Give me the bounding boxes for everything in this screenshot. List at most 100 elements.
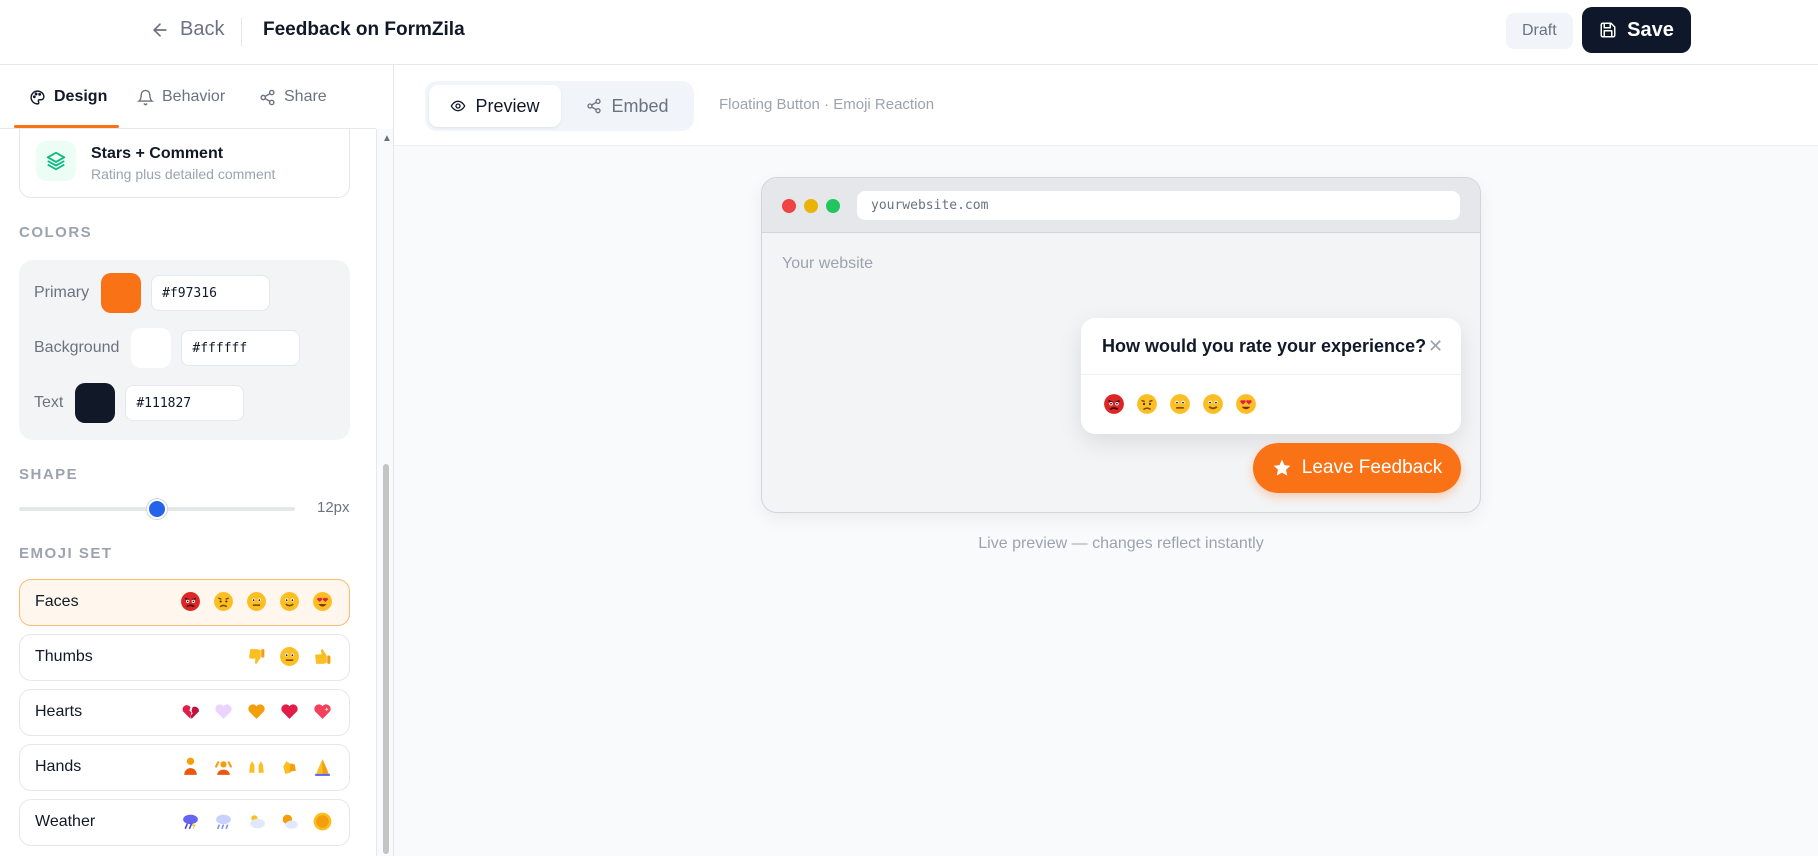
white-heart-icon [215, 704, 232, 719]
preview-caption: Live preview — changes reflect instantly [978, 535, 1264, 552]
neutral-face-icon [247, 592, 266, 611]
arrow-left-icon [153, 22, 167, 37]
bell-icon [137, 89, 154, 105]
shape-heading: SHAPE [19, 466, 79, 483]
color-swatch-background[interactable] [131, 328, 172, 368]
sidebar-scrollbar[interactable]: ▲ [376, 129, 393, 856]
sidebar: Design Behavior Share Stars + Comment Ra… [0, 65, 394, 856]
emoji-set-weather[interactable]: Weather [19, 799, 350, 846]
tab-label: Behavior [162, 88, 226, 105]
palette-icon [30, 89, 45, 105]
sad-face-icon[interactable] [1136, 393, 1158, 415]
heart-eyes-face-icon[interactable] [1235, 393, 1257, 415]
save-button[interactable]: Save [1582, 7, 1691, 53]
tab-share[interactable]: Share [259, 65, 327, 129]
thunder-cloud-icon [183, 814, 198, 830]
tab-preview[interactable]: Preview [429, 85, 561, 127]
tab-design[interactable]: Design [29, 65, 107, 129]
style-name: Stars + Comment [91, 145, 224, 162]
window-maximize-dot [826, 199, 840, 213]
emoji-set-label: Faces [35, 593, 79, 610]
smiling-face-icon [280, 592, 299, 611]
thumbs-down-icon [249, 649, 265, 664]
tab-label: Design [54, 88, 108, 105]
leave-feedback-button[interactable]: Leave Feedback [1253, 443, 1461, 493]
broken-heart-icon [182, 705, 199, 719]
emoji-set-thumbs[interactable]: Thumbs [19, 634, 350, 681]
header-divider [241, 18, 242, 46]
popup-emoji-row [1103, 393, 1257, 415]
widget-style-option[interactable]: Stars + Comment Rating plus detailed com… [19, 129, 350, 198]
sun-icon [313, 812, 332, 831]
window-close-dot [782, 199, 796, 213]
url-bar: yourwebsite.com [857, 191, 1460, 220]
scrollbar-thumb[interactable] [383, 464, 389, 854]
color-label: Text [34, 394, 64, 411]
emoji-set-hearts[interactable]: Hearts [19, 689, 350, 736]
color-label: Primary [34, 284, 90, 301]
save-label: Save [1627, 18, 1674, 41]
neutral-face-icon [280, 647, 299, 666]
emoji-set-hands[interactable]: Hands [19, 744, 350, 791]
emoji-set-faces[interactable]: Faces [19, 579, 350, 626]
window-minimize-dot [804, 199, 818, 213]
color-swatch-text[interactable] [75, 383, 116, 423]
color-label: Background [34, 339, 120, 356]
emoji-set-heading: EMOJI SET [19, 545, 113, 562]
color-row-text: Text #111827 [34, 383, 245, 423]
color-row-background: Background #ffffff [34, 328, 301, 368]
folded-hands-icon [315, 759, 330, 776]
angry-face-icon [181, 592, 200, 611]
preview-area: Preview Embed Floating Button · Emoji Re… [394, 65, 1818, 856]
colors-panel: Primary #f97316 Background #ffffff Text … [19, 260, 350, 440]
widget-mode-label: Floating Button · Emoji Reaction [719, 96, 935, 113]
back-label: Back [180, 18, 225, 40]
emoji-preview-row [246, 646, 333, 667]
page-title: Feedback on FormZila [263, 19, 465, 40]
emoji-set-label: Thumbs [35, 648, 93, 665]
color-swatch-primary[interactable] [101, 273, 142, 313]
emoji-preview-row [180, 701, 333, 722]
emoji-preview-row [180, 756, 333, 777]
status-badge: Draft [1506, 13, 1573, 49]
fab-label: Leave Feedback [1301, 457, 1443, 478]
emoji-set-label: Hands [35, 758, 82, 775]
smiling-face-icon[interactable] [1202, 393, 1224, 415]
tab-label: Embed [611, 95, 669, 116]
browser-toolbar: yourwebsite.com [762, 178, 1480, 233]
sidebar-tabs: Design Behavior Share [0, 65, 376, 129]
sun-behind-cloud-icon [282, 814, 298, 829]
raising-hands-icon [249, 761, 264, 773]
eye-icon [451, 100, 466, 112]
top-bar: Back Feedback on FormZila Draft Save [0, 0, 1818, 65]
hex-input-text[interactable]: #111827 [125, 385, 245, 421]
angry-face-icon[interactable] [1103, 393, 1125, 415]
emoji-set-label: Hearts [35, 703, 83, 720]
tab-label: Preview [475, 95, 540, 116]
active-tab-indicator [14, 125, 119, 128]
feedback-popup: How would you rate your experience? ✕ [1081, 318, 1461, 434]
yellow-heart-icon [248, 704, 265, 719]
save-icon [1600, 22, 1616, 38]
back-button[interactable]: Back [150, 18, 224, 41]
popup-divider [1081, 374, 1461, 375]
emoji-preview-row [180, 591, 333, 612]
neutral-face-icon[interactable] [1169, 393, 1191, 415]
scroll-up-arrow-icon[interactable]: ▲ [382, 133, 392, 144]
sparkling-heart-icon [314, 704, 331, 719]
style-description: Rating plus detailed comment [91, 166, 276, 182]
raising-hands-low-icon [215, 761, 232, 775]
close-icon[interactable]: ✕ [1428, 336, 1443, 357]
radius-slider[interactable] [19, 499, 295, 519]
hex-input-primary[interactable]: #f97316 [151, 275, 271, 311]
tab-embed[interactable]: Embed [565, 85, 690, 127]
slider-handle[interactable] [147, 499, 167, 519]
rain-cloud-icon [216, 814, 231, 830]
site-placeholder-text: Your website [782, 255, 874, 272]
tab-behavior[interactable]: Behavior [137, 65, 225, 129]
raised-hand-icon [184, 757, 197, 775]
red-heart-icon [281, 704, 298, 719]
colors-heading: COLORS [19, 224, 93, 241]
layers-icon [36, 141, 76, 181]
hex-input-background[interactable]: #ffffff [181, 330, 301, 366]
